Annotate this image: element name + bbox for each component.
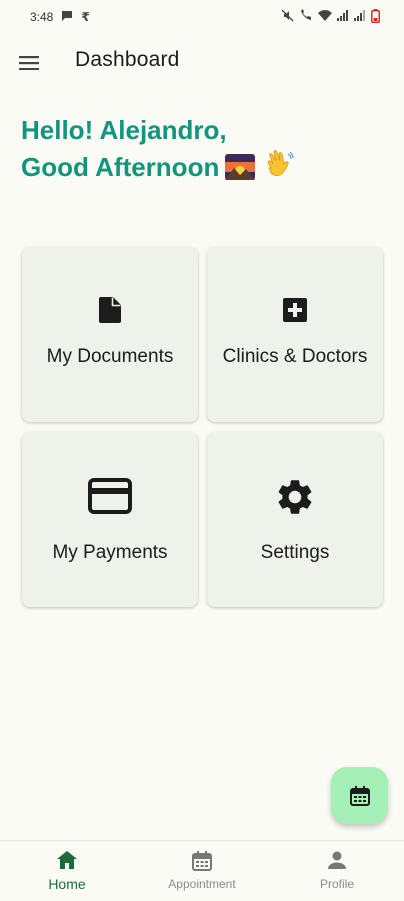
nav-label-profile: Profile <box>319 877 354 891</box>
greeting-line-1: Hello! Alejandro, <box>21 115 227 145</box>
nav-label-home: Home <box>48 876 86 892</box>
home-icon <box>57 851 77 869</box>
signal-2-icon <box>354 10 366 24</box>
waving-hand-emoji-icon <box>263 150 295 182</box>
document-icon <box>99 297 121 323</box>
gear-icon <box>278 480 312 514</box>
nav-icon-wrap <box>135 851 269 871</box>
nav-item-appointment[interactable]: Appointment <box>135 841 269 901</box>
card-icon-wrap <box>207 298 383 322</box>
settings-card[interactable]: Settings <box>207 432 383 607</box>
person-icon <box>328 851 346 869</box>
mute-icon <box>281 9 294 25</box>
signal-1-icon <box>337 10 349 24</box>
greeting-line-2: Good Afternoon <box>21 152 220 182</box>
card-label: My Payments <box>52 542 168 563</box>
battery-icon <box>371 8 380 26</box>
nav-icon-wrap <box>270 851 404 869</box>
new-appointment-fab[interactable] <box>331 767 388 824</box>
greeting: Hello! Alejandro, Good Afternoon <box>21 112 295 186</box>
status-time: 3:48 <box>30 10 54 24</box>
card-icon-wrap <box>22 478 198 514</box>
greeting-line-2-wrap: Good Afternoon <box>21 149 295 186</box>
credit-card-icon <box>88 478 132 514</box>
card-label: Settings <box>260 542 330 563</box>
page-title: Dashboard <box>75 48 180 71</box>
rupee-notification-icon: ₹ <box>81 10 90 24</box>
wifi-icon <box>318 9 332 25</box>
app-bar: Dashboard <box>0 34 404 90</box>
my-payments-card[interactable]: My Payments <box>22 432 198 607</box>
nav-item-profile[interactable]: Profile <box>270 841 404 901</box>
medical-plus-icon <box>283 298 307 322</box>
card-icon-wrap <box>22 297 198 323</box>
clinics-doctors-card[interactable]: Clinics & Doctors <box>207 247 383 422</box>
menu-button[interactable] <box>14 48 44 78</box>
status-bar: 3:48 ₹ <box>0 0 404 34</box>
my-documents-card[interactable]: My Documents <box>22 247 198 422</box>
sunset-emoji-icon <box>225 153 256 180</box>
nav-item-home[interactable]: Home <box>0 841 134 901</box>
status-right <box>281 8 380 26</box>
chat-notification-icon <box>61 10 73 25</box>
calendar-icon <box>192 851 212 871</box>
card-label: Clinics & Doctors <box>222 346 368 367</box>
nav-label-appointment: Appointment <box>168 877 236 891</box>
hamburger-icon <box>19 56 39 70</box>
card-label: My Documents <box>46 346 174 367</box>
status-left: 3:48 ₹ <box>30 10 90 25</box>
card-icon-wrap <box>207 476 383 518</box>
volte-icon <box>299 9 313 25</box>
nav-icon-wrap <box>0 851 134 869</box>
calendar-icon <box>349 785 370 806</box>
bottom-navigation: Home Appointment Profile <box>0 840 404 900</box>
